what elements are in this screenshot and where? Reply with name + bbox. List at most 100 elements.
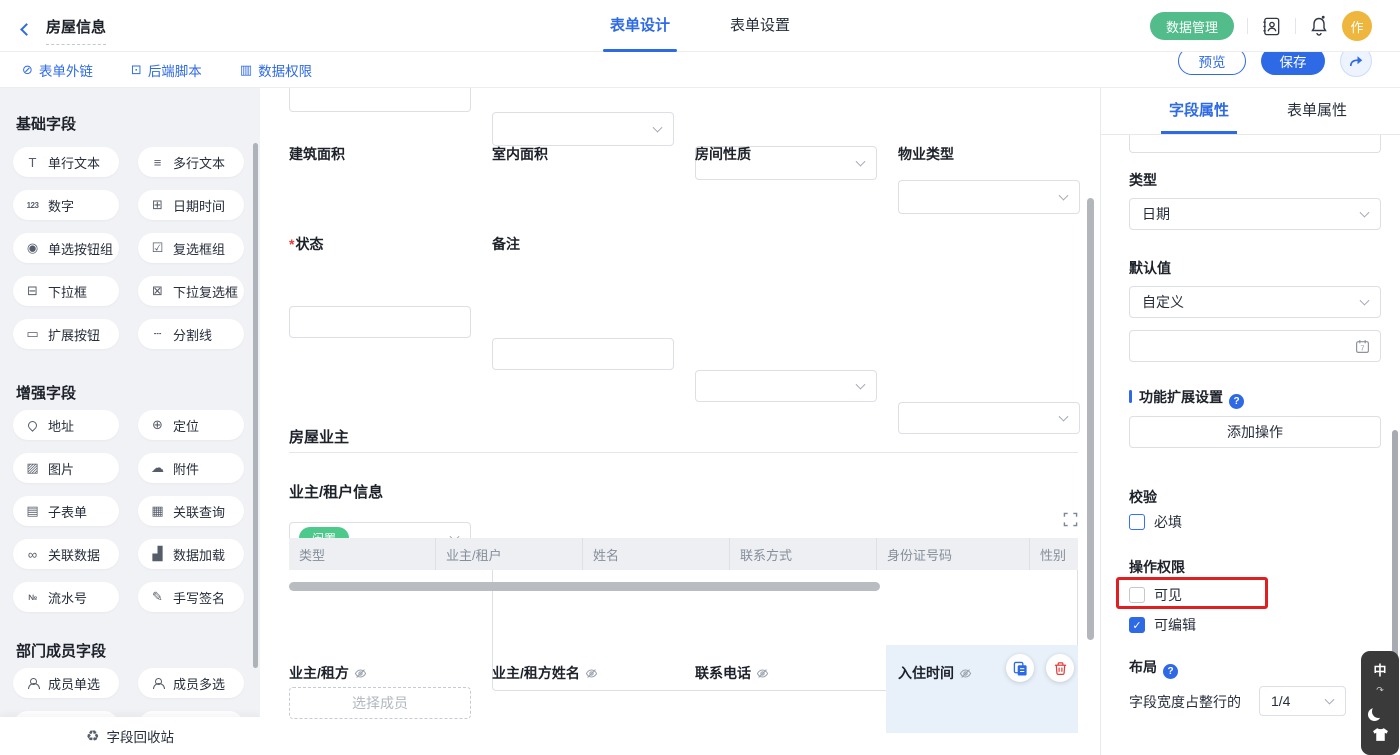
serial-no-icon: №	[24, 593, 41, 602]
tab-form-properties[interactable]: 表单属性	[1287, 88, 1347, 134]
type-select[interactable]: 日期	[1129, 198, 1381, 230]
input-building-area[interactable]	[289, 306, 471, 338]
sidebar-item-data-load[interactable]: ▟数据加载	[138, 539, 244, 569]
member-picker-input[interactable]: 选择成员	[289, 687, 471, 719]
chevron-down-icon	[1360, 208, 1370, 218]
sidebar-item-member-single[interactable]: 成员单选	[13, 668, 119, 698]
select-cutoff-4[interactable]	[898, 180, 1080, 214]
sidebar-item-multi-text[interactable]: ≡多行文本	[138, 147, 244, 177]
expand-fullscreen-icon[interactable]	[1063, 512, 1078, 527]
canvas-scrollbar[interactable]	[1087, 198, 1094, 640]
datetime-icon: ⊞	[149, 197, 166, 213]
sidebar-item-single-text[interactable]: T单行文本	[13, 147, 119, 177]
field-label-remark: 备注	[492, 234, 520, 254]
input-indoor-area[interactable]	[492, 338, 674, 370]
page-title: 房屋信息	[46, 16, 106, 45]
address-icon	[24, 421, 41, 430]
toolbar-link-backend-script[interactable]: ⊡后端脚本	[131, 60, 202, 80]
select-cutoff-2[interactable]	[492, 112, 674, 146]
select-property-type[interactable]	[898, 402, 1080, 434]
data-manage-button[interactable]: 数据管理	[1150, 12, 1234, 40]
help-icon[interactable]	[1229, 394, 1244, 409]
subform-icon: ▤	[24, 503, 41, 519]
panel-tabs: 字段属性 表单属性	[1101, 88, 1400, 135]
subtable-h-scrollbar[interactable]	[289, 582, 880, 591]
property-panel: 字段属性 表单属性 类型 日期 默认值 自定义 7 功能扩展设置 添加操作 校验…	[1100, 88, 1400, 755]
dark-mode-moon-icon[interactable]	[1372, 705, 1385, 718]
sidebar-item-image[interactable]: ▨图片	[13, 453, 119, 483]
sidebar-item-datetime[interactable]: ⊞日期时间	[138, 190, 244, 220]
sidebar-scrollbar[interactable]	[253, 143, 258, 668]
sidebar-item-multi-select[interactable]: ⊠下拉复选框	[138, 276, 244, 306]
field-label-owner-name: 业主/租方姓名	[492, 663, 598, 683]
field-recycle-bin[interactable]: ♻ 字段回收站	[0, 717, 260, 755]
sidebar-item-serial-no[interactable]: №流水号	[13, 582, 119, 612]
number-icon: 123	[24, 201, 41, 210]
default-date-input[interactable]: 7	[1129, 330, 1381, 362]
divider	[1247, 18, 1248, 34]
section-divider	[289, 452, 1078, 453]
back-icon[interactable]	[22, 21, 31, 39]
subtable-column-header: 身份证号码	[877, 538, 1030, 570]
sidebar-item-select[interactable]: ⊟下拉框	[13, 276, 119, 306]
notification-bell-icon[interactable]	[1309, 15, 1329, 37]
link-icon: ⊘	[22, 62, 33, 78]
relation-query-icon: ▦	[149, 503, 166, 519]
corner-settings-widget: 中 ↷	[1361, 651, 1399, 755]
multi-select-icon: ⊠	[149, 283, 166, 299]
divider	[1295, 18, 1296, 34]
permission-title: 操作权限	[1129, 557, 1185, 577]
divider-icon: ┄	[149, 326, 166, 342]
add-action-button[interactable]: 添加操作	[1129, 416, 1381, 448]
sidebar-item-attachment[interactable]: ☁附件	[138, 453, 244, 483]
chevron-down-icon	[1325, 695, 1335, 705]
tab-form-settings[interactable]: 表单设置	[730, 0, 790, 52]
form-canvas: 建筑面积 室内面积 房间性质 物业类型 *状态 备注 闲置 房屋业主 业主/租户…	[260, 88, 1100, 755]
tab-field-properties[interactable]: 字段属性	[1169, 88, 1229, 134]
field-width-label: 字段宽度占整行的	[1129, 692, 1241, 712]
help-icon[interactable]	[1163, 664, 1178, 679]
sidebar-item-relation-query[interactable]: ▦关联查询	[138, 496, 244, 526]
avatar[interactable]: 作	[1342, 11, 1372, 41]
copy-field-button[interactable]	[1006, 654, 1034, 682]
subtable-column-header: 姓名	[583, 538, 730, 570]
select-icon: ⊟	[24, 283, 41, 299]
copy-icon	[1013, 661, 1028, 676]
app-header: 房屋信息 表单设计 表单设置 数据管理 作	[0, 0, 1400, 52]
sidebar-item-address[interactable]: 地址	[13, 410, 119, 440]
sidebar-item-checkbox-group[interactable]: ☑复选框组	[138, 233, 244, 263]
field-width-select[interactable]: 1/4	[1259, 686, 1346, 716]
sidebar-item-locate[interactable]: ⊕定位	[138, 410, 244, 440]
select-room-nature[interactable]	[695, 370, 877, 402]
editable-checkbox[interactable]	[1129, 617, 1145, 633]
delete-field-button[interactable]	[1046, 654, 1074, 682]
sidebar-item-subform[interactable]: ▤子表单	[13, 496, 119, 526]
field-label-movein-date: 入住时间	[898, 663, 972, 683]
sidebar-item-signature[interactable]: ✎手写签名	[138, 582, 244, 612]
contacts-icon[interactable]	[1261, 16, 1282, 37]
default-value-select[interactable]: 自定义	[1129, 286, 1381, 318]
section-title-owner: 房屋业主	[289, 426, 349, 447]
sidebar-item-extend-button[interactable]: ▭扩展按钮	[13, 319, 119, 349]
sidebar-item-divider[interactable]: ┄分割线	[138, 319, 244, 349]
eye-slash-icon	[959, 667, 972, 680]
theme-shirt-icon[interactable]	[1372, 727, 1389, 742]
input-cutoff-1[interactable]	[289, 88, 471, 112]
toolbar-link-data-permission[interactable]: ▥数据权限	[240, 60, 312, 80]
sidebar-item-radio-group[interactable]: ◉单选按钮组	[13, 233, 119, 263]
single-text-icon: T	[24, 155, 41, 170]
required-checkbox[interactable]	[1129, 514, 1145, 530]
sidebar-item-member-multi[interactable]: 成员多选	[138, 668, 244, 698]
field-name-input-cutoff[interactable]	[1129, 135, 1381, 153]
sidebar-item-number[interactable]: 123数字	[13, 190, 119, 220]
chevron-down-icon	[856, 157, 866, 167]
share-arrow-icon	[1348, 53, 1364, 69]
sidebar-item-relation-data[interactable]: ∞关联数据	[13, 539, 119, 569]
toolbar-link-form-external-link[interactable]: ⊘表单外链	[22, 60, 93, 80]
subtable-column-header: 性别	[1030, 538, 1078, 570]
visible-checkbox[interactable]	[1129, 587, 1145, 603]
tab-form-design[interactable]: 表单设计	[610, 0, 670, 52]
chevron-down-icon	[1360, 296, 1370, 306]
language-toggle[interactable]: 中	[1373, 664, 1386, 677]
subtable-column-header: 类型	[289, 538, 436, 570]
